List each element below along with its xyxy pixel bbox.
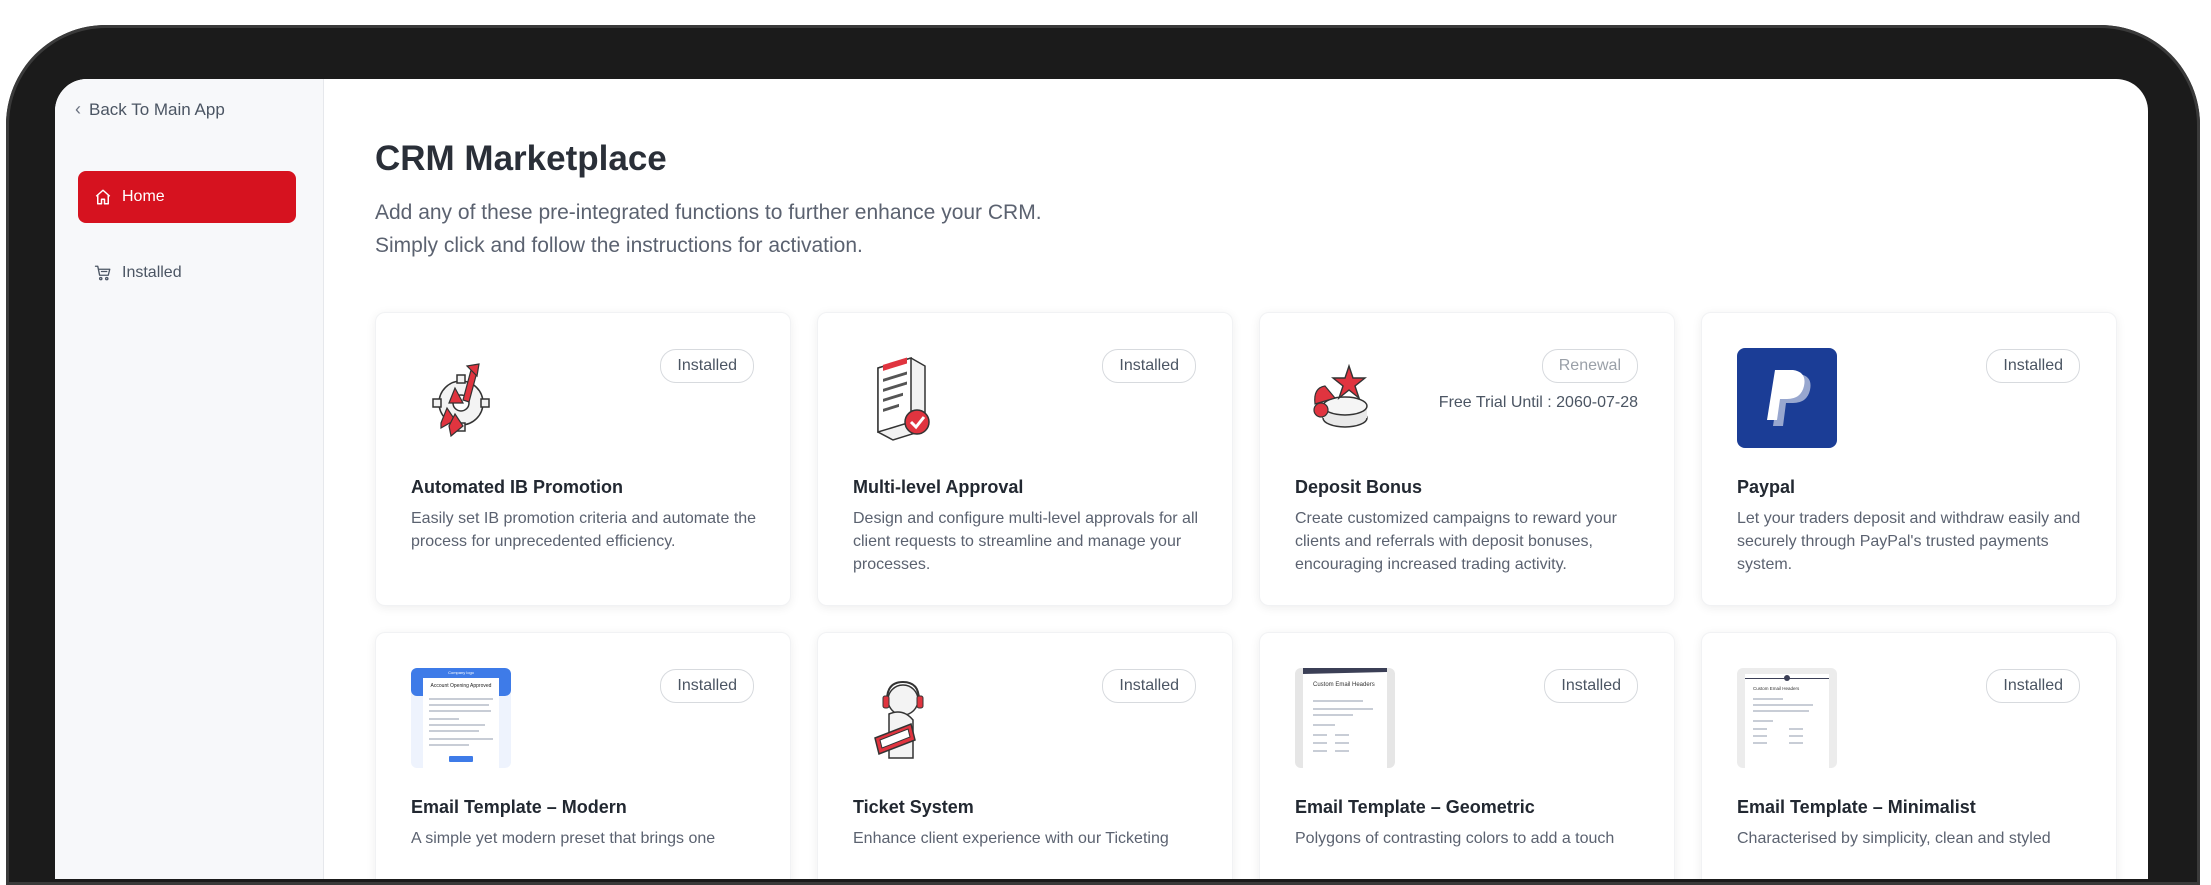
chevron-left-icon: ‹	[75, 99, 81, 119]
sidebar-item-home[interactable]: Home	[78, 171, 296, 223]
card-title: Multi-level Approval	[853, 477, 1024, 497]
back-link-label: Back To Main App	[89, 99, 225, 119]
home-icon	[94, 188, 112, 206]
marketplace-card-multi-level-approval[interactable]: Installed Multi-level Approval Design an…	[817, 312, 1233, 606]
sidebar-item-installed[interactable]: Installed	[78, 253, 296, 293]
renewal-badge[interactable]: Renewal	[1541, 349, 1638, 383]
sidebar-item-label: Home	[122, 188, 165, 205]
card-description: Design and configure multi-level approva…	[853, 510, 1199, 573]
status-badge[interactable]: Installed	[1986, 349, 2080, 383]
sidebar-item-label: Installed	[122, 264, 182, 281]
back-to-main-app-link[interactable]: ‹ Back To Main App	[75, 99, 225, 120]
marketplace-card-paypal[interactable]: Installed Paypal Let your traders deposi…	[1701, 312, 2117, 606]
free-trial-text: Free Trial Until : 2060-07-28	[1438, 394, 1638, 411]
card-description: A simple yet modern preset that brings o…	[411, 830, 716, 847]
card-title: Ticket System	[853, 797, 974, 817]
page-subtitle: Add any of these pre-integrated function…	[375, 196, 1042, 262]
marketplace-card-email-template-modern[interactable]: Company logo Account Opening Approved In…	[375, 632, 791, 879]
thumb-heading-text: Custom Email Headers	[1753, 686, 1800, 691]
status-badge[interactable]: Installed	[660, 349, 754, 383]
subtitle-line: Simply click and follow the instructions…	[375, 234, 863, 257]
card-description: Polygons of contrasting colors to add a …	[1295, 830, 1615, 847]
card-title: Deposit Bonus	[1295, 477, 1423, 497]
status-badge[interactable]: Installed	[1986, 669, 2080, 703]
card-title: Paypal	[1737, 477, 1796, 497]
thumb-heading-text: Custom Email Headers	[1313, 682, 1375, 688]
thumb-heading-text: Account Opening Approved	[431, 683, 492, 689]
deposit-bonus-icon	[1295, 348, 1395, 448]
marketplace-card-deposit-bonus[interactable]: Renewal Free Trial Until : 2060-07-28 De…	[1259, 312, 1675, 606]
email-template-minimalist-thumbnail: Custom Email Headers	[1737, 668, 1837, 768]
card-description: Enhance client experience with our Ticke…	[853, 830, 1169, 847]
card-title: Email Template – Modern	[411, 797, 627, 817]
status-badge[interactable]: Installed	[660, 669, 754, 703]
thumb-header-text: Company logo	[448, 670, 475, 675]
ib-promotion-icon	[411, 348, 511, 448]
status-badge[interactable]: Installed	[1102, 349, 1196, 383]
card-description: Let your traders deposit and withdraw ea…	[1737, 510, 2081, 573]
status-badge[interactable]: Installed	[1544, 669, 1638, 703]
card-title: Automated IB Promotion	[411, 477, 623, 497]
email-template-modern-thumbnail: Company logo Account Opening Approved	[411, 668, 511, 768]
marketplace-card-email-template-geometric[interactable]: Custom Email Headers Installed Email Tem…	[1259, 632, 1675, 879]
status-badge[interactable]: Installed	[1102, 669, 1196, 703]
page-title: CRM Marketplace	[375, 139, 667, 178]
card-description: Easily set IB promotion criteria and aut…	[411, 510, 757, 550]
sidebar: ‹ Back To Main App Home Installed	[55, 79, 324, 879]
marketplace-grid: Installed Automated IB Promotion Easily …	[375, 312, 2117, 879]
card-title: Email Template – Minimalist	[1737, 797, 1976, 817]
marketplace-card-ticket-system[interactable]: Installed Ticket System Enhance client e…	[817, 632, 1233, 879]
marketplace-card-email-template-minimalist[interactable]: Custom Email Headers Installed Email Tem…	[1701, 632, 2117, 879]
card-title: Email Template – Geometric	[1295, 797, 1535, 817]
ticket-system-icon	[853, 668, 953, 768]
app-screen: ‹ Back To Main App Home Installed CRM Ma…	[55, 79, 2148, 879]
main-content: CRM Marketplace Add any of these pre-int…	[323, 79, 2148, 879]
card-description: Create customized campaigns to reward yo…	[1295, 510, 1617, 573]
subtitle-line: Add any of these pre-integrated function…	[375, 201, 1042, 224]
cart-icon	[94, 264, 112, 282]
card-description: Characterised by simplicity, clean and s…	[1737, 830, 2051, 847]
paypal-logo-icon	[1737, 348, 1837, 448]
approval-document-icon	[853, 348, 953, 448]
email-template-geometric-thumbnail: Custom Email Headers	[1295, 668, 1395, 768]
marketplace-card-automated-ib-promotion[interactable]: Installed Automated IB Promotion Easily …	[375, 312, 791, 606]
